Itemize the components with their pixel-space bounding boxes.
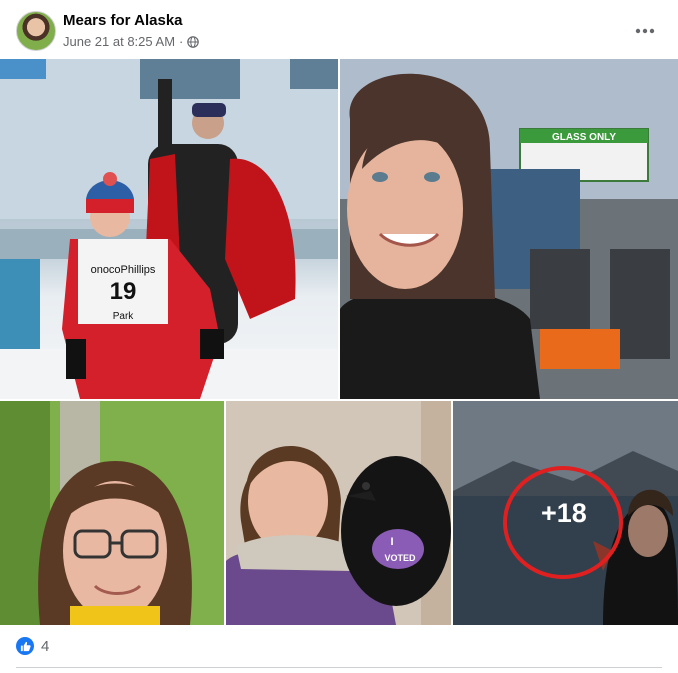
- photo-skier[interactable]: 19 onocoPhillips Park: [0, 59, 338, 399]
- voted-sticker-line2: VOTED: [384, 553, 416, 563]
- voted-sticker-line1: I: [390, 536, 393, 548]
- photo-i-voted[interactable]: I VOTED: [226, 401, 451, 625]
- sign-text: GLASS ONLY: [552, 132, 616, 143]
- reaction-count: 4: [41, 637, 50, 655]
- bib-sub: Park: [113, 311, 135, 322]
- selfie-illustration: GLASS ONLY: [340, 59, 678, 399]
- more-options-button[interactable]: [630, 16, 660, 46]
- globe-icon[interactable]: [187, 35, 200, 48]
- meta-separator: ·: [179, 34, 184, 49]
- photo-portrait-glasses[interactable]: [0, 401, 224, 625]
- post-meta: June 21 at 8:25 AM ·: [63, 34, 200, 49]
- post-header: Mears for Alaska June 21 at 8:25 AM ·: [0, 0, 678, 60]
- skier-illustration: 19 onocoPhillips Park: [0, 59, 338, 399]
- voted-illustration: I VOTED: [226, 401, 451, 625]
- avatar[interactable]: [16, 11, 56, 51]
- portrait-illustration: [0, 401, 224, 625]
- divider: [16, 667, 662, 668]
- bib-sponsor: onocoPhillips: [91, 264, 156, 276]
- more-dots-icon: [635, 28, 655, 34]
- more-photos-count: +18: [541, 498, 587, 528]
- page-name-link[interactable]: Mears for Alaska: [63, 12, 183, 29]
- like-icon: [16, 637, 34, 655]
- photo-selfie-sign[interactable]: GLASS ONLY: [340, 59, 678, 399]
- photo-more-overlay[interactable]: +18: [453, 401, 678, 625]
- bib-number: 19: [110, 278, 137, 305]
- post-timestamp[interactable]: June 21 at 8:25 AM: [63, 34, 175, 49]
- reactions-summary[interactable]: 4: [16, 637, 49, 655]
